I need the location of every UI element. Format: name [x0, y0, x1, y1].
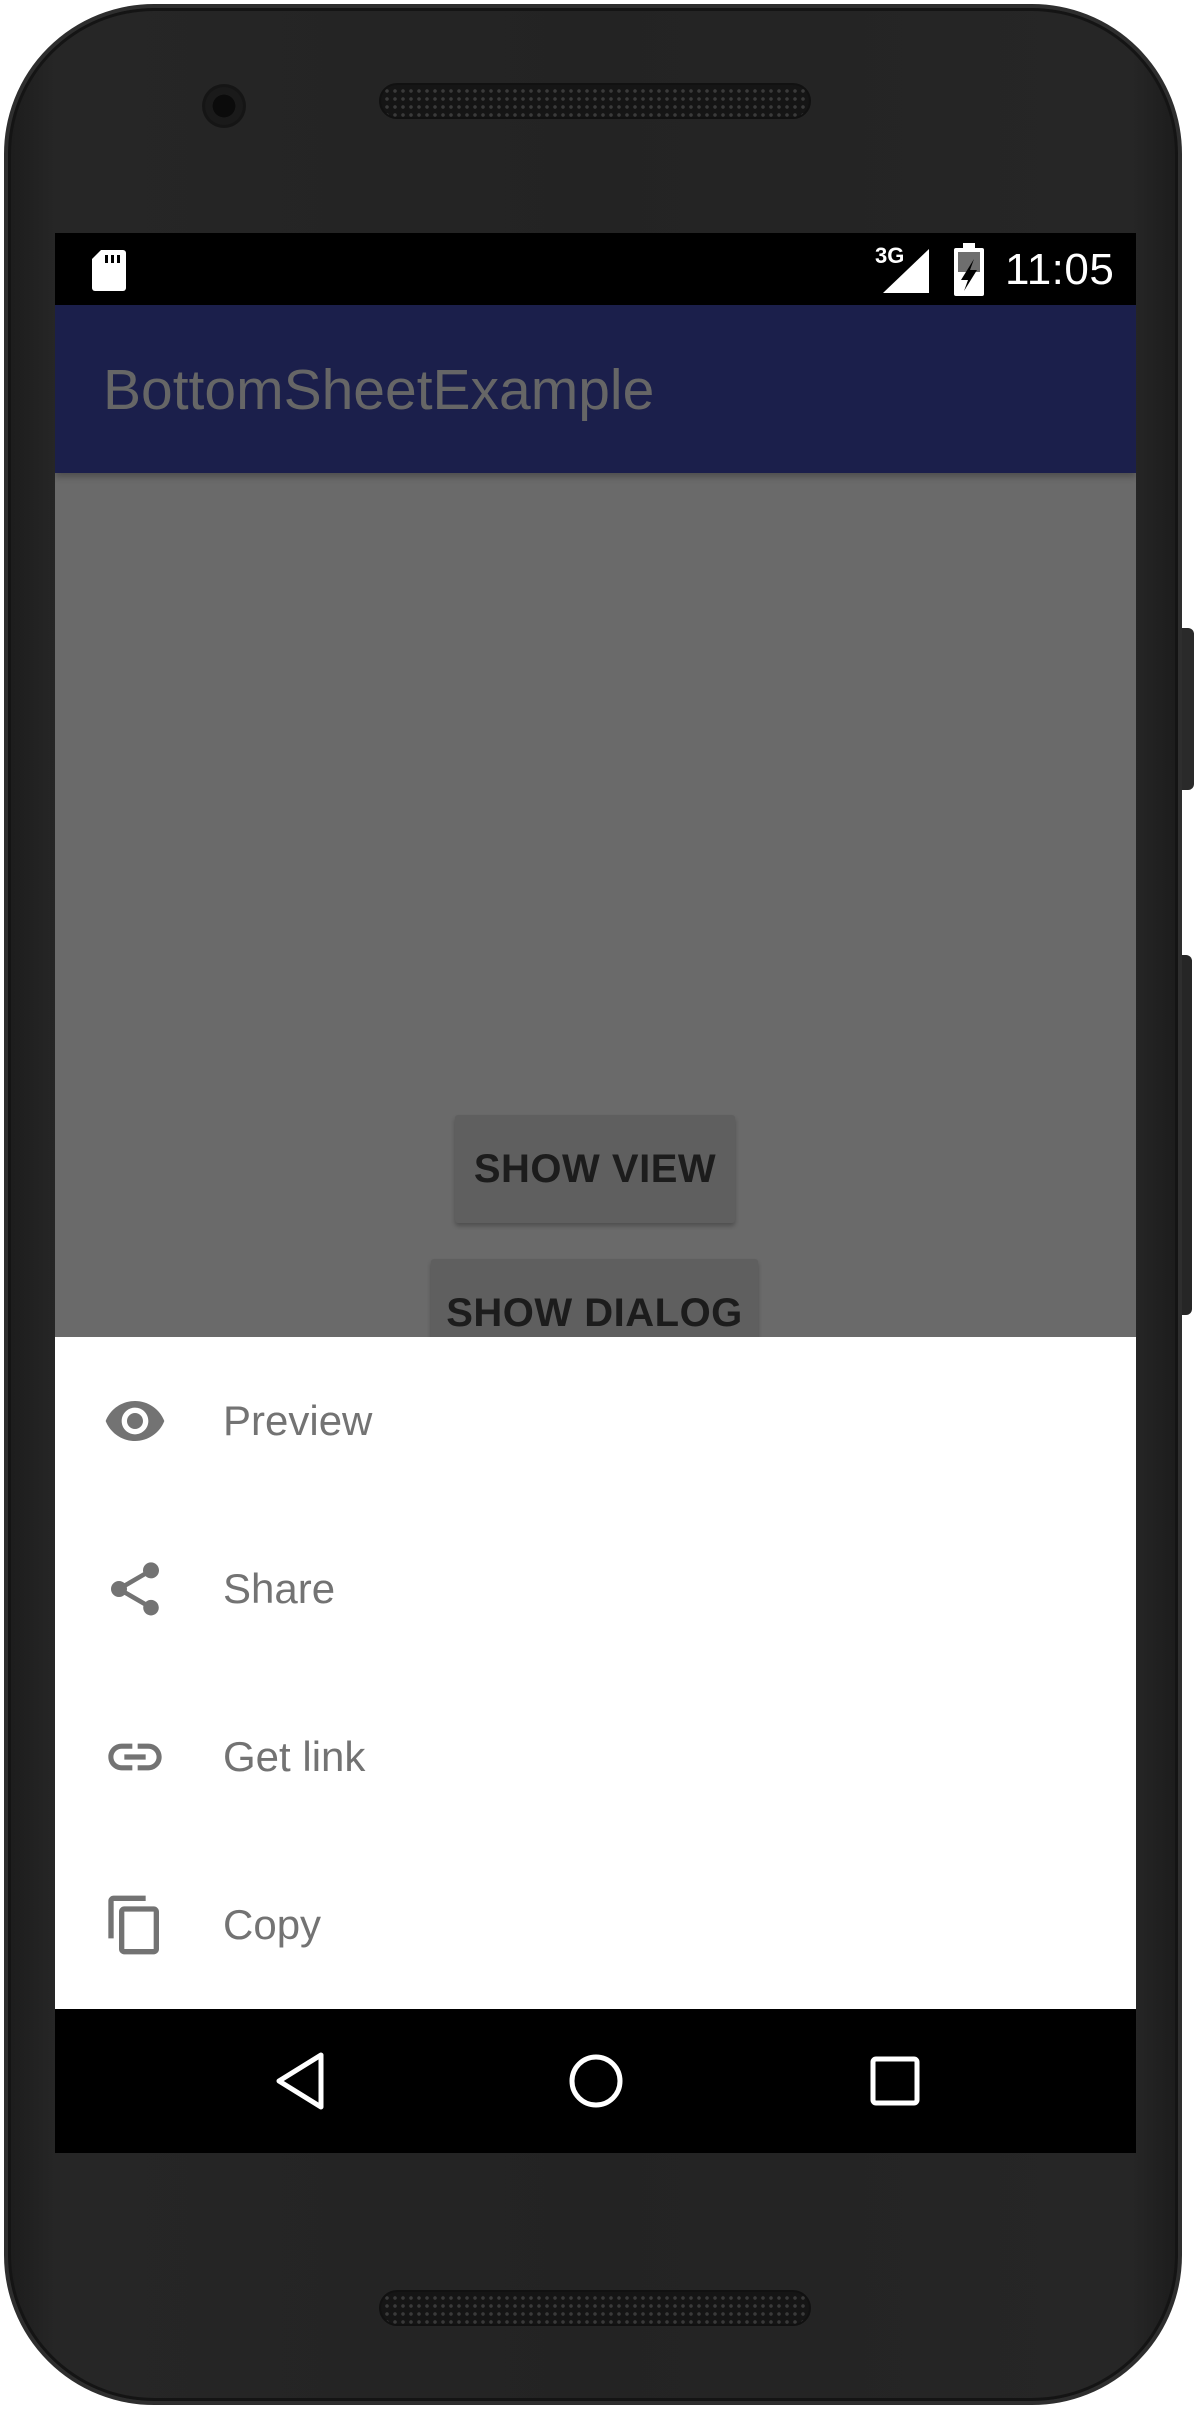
eye-icon — [105, 1401, 165, 1441]
link-icon — [108, 1743, 162, 1771]
sheet-item-preview[interactable]: Preview — [55, 1337, 1136, 1505]
home-icon[interactable] — [560, 2045, 632, 2117]
show-view-button[interactable]: SHOW VIEW — [455, 1115, 735, 1223]
front-camera — [202, 84, 246, 128]
bottom-speaker — [379, 2290, 811, 2326]
status-bar: 3G 11:05 — [55, 233, 1136, 305]
sheet-item-label: Get link — [223, 1733, 366, 1780]
sheet-item-label: Share — [223, 1565, 336, 1612]
back-icon[interactable] — [265, 2045, 337, 2117]
sheet-item-copy[interactable]: Copy — [55, 1841, 1136, 2009]
sheet-item-get-link[interactable]: Get link — [55, 1673, 1136, 1841]
signal-icon — [883, 249, 929, 293]
power-button — [1182, 628, 1194, 790]
app-bar: BottomSheetExample — [55, 305, 1136, 473]
app-title: BottomSheetExample — [103, 358, 655, 422]
volume-rocker — [1182, 955, 1192, 1315]
sheet-item-label: Copy — [223, 1901, 322, 1948]
status-clock: 11:05 — [1005, 245, 1115, 294]
copy-icon — [108, 1895, 159, 1955]
share-icon — [111, 1562, 159, 1616]
sheet-item-label: Preview — [223, 1397, 373, 1444]
bottom-sheet: Preview Share Get link Copy — [55, 1337, 1136, 2009]
navigation-bar — [55, 2009, 1136, 2153]
recents-icon[interactable] — [859, 2045, 931, 2117]
sheet-item-share[interactable]: Share — [55, 1505, 1136, 1673]
earpiece-speaker — [379, 83, 811, 119]
battery-icon — [954, 243, 984, 296]
screen: 3G 11:05 BottomSheetExample SHOW VIEW SH… — [55, 233, 1136, 2153]
device-frame: 3G 11:05 BottomSheetExample SHOW VIEW SH… — [0, 0, 1198, 2409]
sd-card-icon — [92, 250, 126, 291]
